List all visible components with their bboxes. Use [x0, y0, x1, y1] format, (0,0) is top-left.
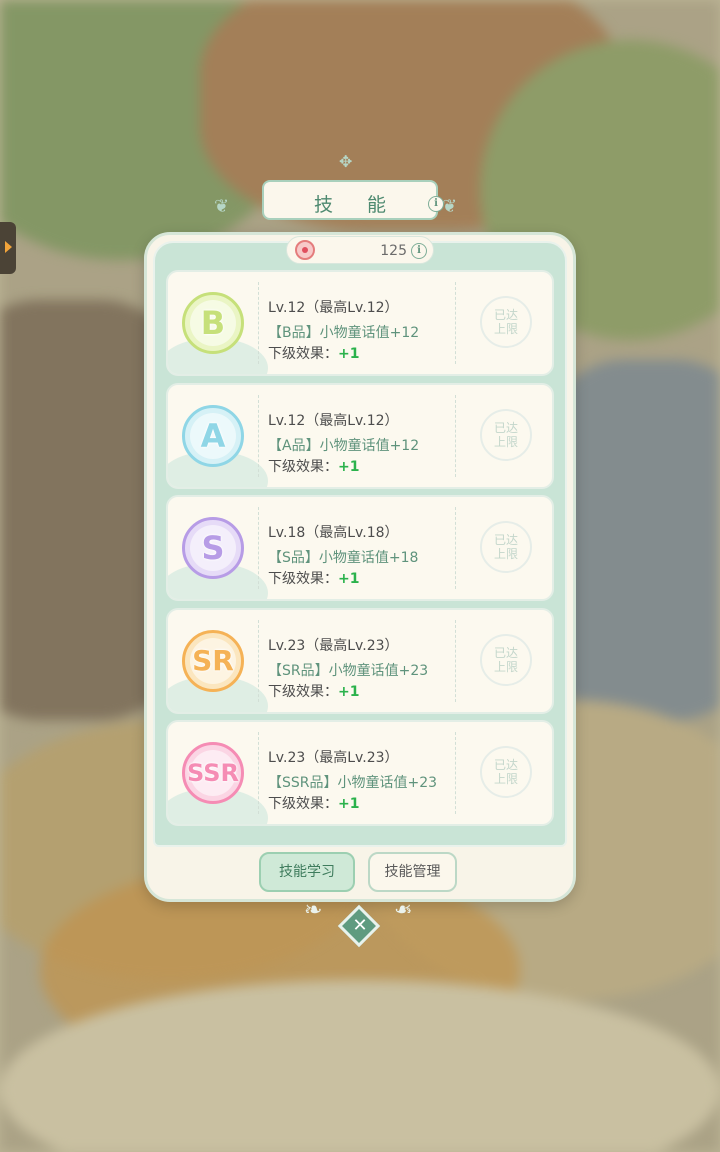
close-button[interactable]: ✕: [337, 904, 381, 948]
divider: [258, 282, 259, 364]
currency-info-icon[interactable]: i: [411, 243, 427, 259]
status-text: 已达上限: [493, 533, 518, 561]
title-ribbon: 技 能: [262, 180, 438, 220]
skill-card[interactable]: A Lv.12（最高Lv.12） 【A品】小物童话值+12 下级效果：+1 已达…: [166, 382, 554, 489]
close-icon: ✕: [352, 915, 368, 936]
max-level-stamp: 已达上限: [480, 296, 532, 348]
side-drawer-tab[interactable]: [0, 222, 16, 274]
currency-display: 125 i: [286, 236, 434, 264]
leaf-ornament-left-icon: ❦: [214, 196, 230, 217]
next-effect-value: +1: [338, 796, 360, 812]
arrow-right-icon: [5, 241, 12, 253]
divider: [455, 394, 456, 477]
divider: [258, 732, 259, 814]
skill-effect: 【SR品】小物童话值+23: [268, 662, 429, 679]
status-text: 已达上限: [493, 420, 518, 449]
next-effect: 下级效果：+1: [268, 793, 359, 813]
grade-badge-a-icon: A: [182, 404, 244, 467]
next-effect: 下级效果：+1: [268, 456, 359, 476]
next-effect-value: +1: [338, 683, 360, 700]
dialog-title: 技 能: [313, 194, 401, 216]
skill-card[interactable]: S Lv.18（最高Lv.18） 【S品】小物童话值+18 下级效果：+1 已达…: [166, 495, 554, 601]
skill-card[interactable]: SSR Lv.23（最高Lv.23） 【SSR品】小物童话值+23 下级效果：+…: [166, 720, 554, 826]
currency-icon: [295, 240, 315, 260]
max-level-stamp: 已达上限: [480, 746, 532, 798]
divider: [455, 619, 456, 702]
skill-level: Lv.18（最高Lv.18）: [268, 525, 399, 541]
divider: [258, 507, 259, 589]
next-effect-value: +1: [338, 571, 360, 587]
ribbon-left-icon: ❧: [304, 898, 323, 923]
skill-card[interactable]: B Lv.12（最高Lv.12） 【B品】小物童话值+12 下级效果：+1 已达…: [166, 270, 554, 376]
divider: [258, 394, 259, 477]
next-effect-label: 下级效果：: [268, 683, 338, 700]
grade-label: A: [200, 416, 226, 455]
max-level-stamp: 已达上限: [480, 408, 532, 461]
skill-level: Lv.12（最高Lv.12）: [268, 412, 399, 429]
grade-badge-s-icon: S: [182, 517, 244, 579]
grade-label: B: [200, 304, 226, 342]
next-effect-label: 下级效果：: [268, 571, 338, 587]
skill-level: Lv.23（最高Lv.23）: [268, 750, 399, 766]
next-effect-value: +1: [338, 458, 360, 475]
status-text: 已达上限: [493, 758, 518, 786]
skill-effect: 【S品】小物童话值+18: [268, 550, 419, 566]
grade-badge-sr-icon: SR: [182, 629, 244, 692]
skill-card[interactable]: SR Lv.23（最高Lv.23） 【SR品】小物童话值+23 下级效果：+1 …: [166, 607, 554, 714]
skill-manage-button[interactable]: 技能管理: [368, 852, 457, 892]
next-effect-value: +1: [338, 346, 360, 362]
divider: [455, 282, 456, 364]
divider: [455, 732, 456, 814]
next-effect-label: 下级效果：: [268, 458, 338, 475]
divider: [258, 619, 259, 702]
skill-level: Lv.23（最高Lv.23）: [268, 637, 399, 654]
skill-effect: 【SSR品】小物童话值+23: [268, 775, 438, 791]
divider: [455, 507, 456, 589]
grade-label: SR: [192, 644, 234, 677]
grade-badge-ssr-icon: SSR: [182, 742, 244, 804]
next-effect-label: 下级效果：: [268, 796, 338, 812]
next-effect: 下级效果：+1: [268, 681, 359, 701]
crown-ornament-icon: ✥: [339, 152, 353, 171]
grade-label: SSR: [187, 759, 239, 787]
ribbon-right-icon: ❧: [394, 898, 413, 923]
next-effect: 下级效果：+1: [268, 568, 359, 588]
next-effect: 下级效果：+1: [268, 343, 359, 363]
skill-effect: 【A品】小物童话值+12: [268, 437, 420, 454]
info-icon[interactable]: i: [428, 196, 444, 212]
grade-badge-b-icon: B: [182, 292, 244, 354]
status-text: 已达上限: [493, 308, 518, 336]
currency-value: 125: [380, 243, 407, 259]
skill-learn-button[interactable]: 技能学习: [259, 852, 355, 892]
title-banner: ❦ ❦ ✥ 技 能 i: [214, 152, 462, 236]
skill-effect: 【B品】小物童话值+12: [268, 325, 420, 341]
grade-label: S: [201, 529, 225, 567]
skill-list: B Lv.12（最高Lv.12） 【B品】小物童话值+12 下级效果：+1 已达…: [166, 270, 554, 833]
max-level-stamp: 已达上限: [480, 633, 532, 686]
status-text: 已达上限: [493, 645, 518, 674]
leaf-ornament-right-icon: ❦: [442, 196, 458, 217]
max-level-stamp: 已达上限: [480, 521, 532, 573]
next-effect-label: 下级效果：: [268, 346, 338, 362]
skill-level: Lv.12（最高Lv.12）: [268, 300, 399, 316]
